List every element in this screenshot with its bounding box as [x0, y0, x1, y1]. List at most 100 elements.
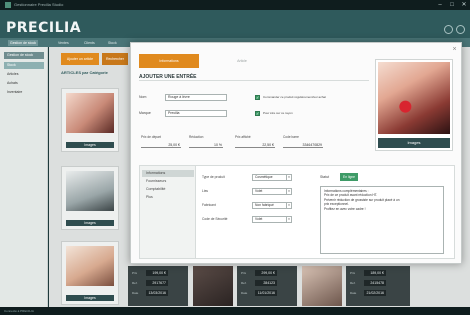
card-label: Images	[66, 295, 114, 301]
vtab-plus[interactable]: Plus	[142, 194, 194, 201]
nom-field[interactable]: Rouge à lèvre	[165, 94, 227, 101]
tile-value: 284123	[255, 280, 277, 286]
details-panel: Informations Fournisseurs Comptabilité P…	[139, 165, 455, 259]
add-article-button[interactable]: Ajouter un article	[61, 53, 99, 65]
status-bar: Connecté à PRECILIA	[0, 307, 470, 315]
sidebar-item-stock[interactable]: Stock	[4, 62, 44, 69]
location-select[interactable]: Volet ▾	[252, 188, 292, 195]
product-photo-tile[interactable]	[193, 266, 233, 306]
close-icon[interactable]: ×	[451, 46, 458, 53]
product-card[interactable]: Images	[61, 88, 119, 152]
sidebar-item-inventaire[interactable]: Inventaire	[4, 89, 44, 96]
menu-ventes[interactable]: Ventes	[56, 40, 71, 46]
maximize-icon[interactable]: □	[447, 1, 457, 9]
settings-icon[interactable]	[444, 25, 453, 34]
tile-row: Ref. 2415478	[350, 280, 394, 286]
vtab-comptabilite[interactable]: Comptabilité	[142, 186, 194, 193]
regular-order-checkbox[interactable]: ✓	[255, 95, 260, 100]
location-label: Lieu	[202, 189, 209, 193]
tile-row: Prix 199,00 €	[132, 270, 172, 276]
status-label: Statut	[320, 175, 330, 179]
tile-value: 21/02/2016	[364, 290, 386, 296]
tile-row: Date 21/02/2016	[350, 290, 394, 296]
tile-row: Ref. 2917677	[132, 280, 172, 286]
notes-textarea[interactable]: Informations complémentaires : Prix de c…	[320, 186, 444, 254]
card-label: Images	[66, 142, 114, 148]
minimize-icon[interactable]: –	[435, 1, 445, 9]
close-window-icon[interactable]: ✕	[459, 1, 469, 9]
section-heading: ARTICLES par Catégorie	[61, 70, 108, 75]
product-photo	[66, 246, 114, 286]
search-button[interactable]: Rechercher	[102, 53, 128, 65]
menu-stock[interactable]: Stock	[106, 40, 119, 46]
images-button[interactable]: Images	[378, 138, 450, 148]
tile-key: Ref.	[350, 281, 356, 285]
product-tile[interactable]: Prix 199,00 € Ref. 2917677 Date 13/03/2016	[128, 266, 188, 306]
tile-key: Prix	[350, 271, 356, 275]
barcode-field[interactable]: 3346470829	[283, 142, 323, 148]
product-tile[interactable]: Prix 189,00 € Ref. 2415478 Date 21/02/2016	[346, 266, 410, 306]
menu-gestion-stock[interactable]: Gestion de stock	[8, 40, 39, 46]
product-tile[interactable]: Prix 299,00 € Ref. 284123 Date 11/01/2016	[237, 266, 297, 306]
marque-label: Marque	[139, 111, 151, 115]
vtab-informations[interactable]: Informations	[142, 170, 194, 177]
product-photo-tile[interactable]	[302, 266, 342, 306]
tile-row: Date 13/03/2016	[132, 290, 172, 296]
notes-line: Profitez en avec votre cadre !	[324, 206, 366, 211]
tile-key: Date	[132, 291, 139, 295]
tile-row: Prix 299,00 €	[241, 270, 281, 276]
tile-value: 13/03/2016	[146, 290, 168, 296]
card-label: Images	[66, 220, 114, 226]
shown-price-field[interactable]: 22,50 €	[235, 142, 275, 148]
tab-article[interactable]: Article	[227, 54, 257, 68]
manufacturer-label: Fabricant	[202, 203, 216, 207]
tile-row: Date 11/01/2016	[241, 290, 281, 296]
discount-label: Réduction	[189, 135, 204, 139]
discount-field[interactable]: 10 %	[189, 142, 223, 148]
brand-logo: PRECILIA	[6, 20, 82, 36]
menu-clients[interactable]: Clients	[82, 40, 97, 46]
product-card[interactable]: Images	[61, 166, 119, 230]
tile-value: 199,00 €	[146, 270, 168, 276]
detail-tabs: Informations Fournisseurs Comptabilité P…	[140, 166, 196, 258]
chevron-down-icon: ▾	[286, 189, 291, 194]
sidebar-item-articles[interactable]: Articles	[4, 71, 44, 78]
product-type-label: Type de produit	[202, 175, 225, 179]
product-type-value: Cosmétique	[255, 175, 273, 179]
chevron-down-icon: ▾	[286, 175, 291, 180]
chevron-down-icon: ▾	[286, 203, 291, 208]
shown-price-label: Prix affiché	[235, 135, 251, 139]
status-badge[interactable]: En ligne	[340, 173, 358, 181]
security-code-value: Volet	[255, 217, 263, 221]
app-icon	[5, 2, 11, 8]
user-icon[interactable]	[456, 25, 465, 34]
tile-value: 189,00 €	[364, 270, 386, 276]
start-price-field[interactable]: 25,00 €	[141, 142, 181, 148]
image-panel: Images	[375, 59, 453, 151]
tab-informations[interactable]: Informations	[139, 54, 199, 68]
dialog-title: AJOUTER UNE ENTRÉE	[139, 73, 369, 81]
product-photo	[66, 93, 114, 133]
barcode-label: Code barre	[283, 135, 299, 139]
location-value: Volet	[255, 189, 263, 193]
sidebar-item-achats[interactable]: Achats	[4, 80, 44, 87]
tile-key: Prix	[241, 271, 247, 275]
vtab-fournisseurs[interactable]: Fournisseurs	[142, 178, 194, 185]
shelf-label: Pour être sur ce rayon	[263, 111, 293, 115]
product-type-select[interactable]: Cosmétique ▾	[252, 174, 292, 181]
security-code-select[interactable]: Volet ▾	[252, 216, 292, 223]
tile-value: 11/01/2016	[255, 290, 277, 296]
tile-key: Ref.	[241, 281, 247, 285]
sidebar: Gestion de stock Stock Articles Achats I…	[0, 47, 48, 307]
tile-row: Ref. 284123	[241, 280, 281, 286]
app-header: PRECILIA	[0, 10, 470, 38]
manufacturer-select[interactable]: Non fabriqué ▾	[252, 202, 292, 209]
security-code-label: Code de Sécurité	[202, 217, 228, 221]
shelf-checkbox[interactable]: ✓	[255, 111, 260, 116]
product-card[interactable]: Images	[61, 241, 119, 305]
tile-row: Prix 189,00 €	[350, 270, 394, 276]
add-entry-dialog: Informations Article × AJOUTER UNE ENTRÉ…	[130, 42, 462, 264]
tile-key: Prix	[132, 271, 138, 275]
sidebar-header[interactable]: Gestion de stock	[4, 52, 44, 59]
marque-field[interactable]: Precilia	[165, 110, 227, 117]
